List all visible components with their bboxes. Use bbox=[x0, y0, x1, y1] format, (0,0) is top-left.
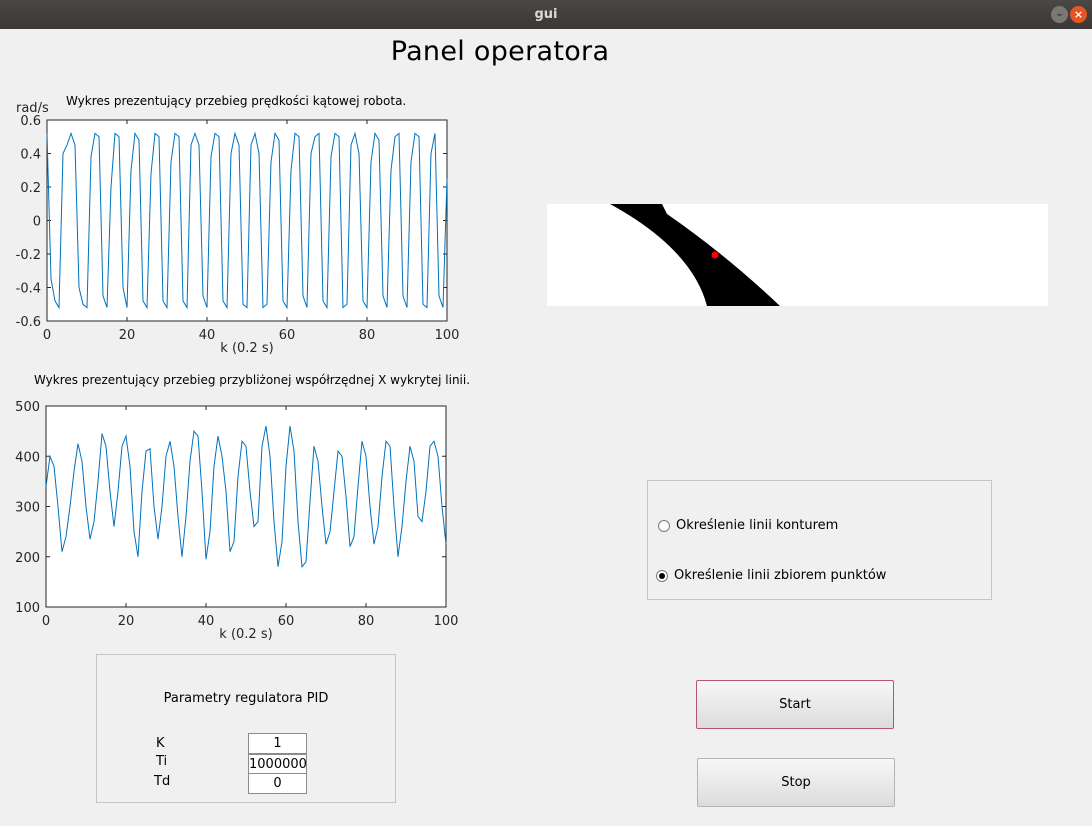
linex-ytick-label: 400 bbox=[15, 450, 40, 465]
linex-ytick-label: 500 bbox=[15, 400, 40, 415]
linex-xlabel: k (0.2 s) bbox=[219, 627, 272, 642]
linex-ytick-label: 300 bbox=[15, 501, 40, 516]
linex-ytick-label: 100 bbox=[15, 601, 40, 616]
line-x-chart: Wykres prezentujący przebieg przybliżone… bbox=[15, 373, 470, 642]
linex-xtick-label: 60 bbox=[278, 614, 295, 629]
linex-plot-area bbox=[45, 405, 447, 608]
linex-xtick-label: 40 bbox=[198, 614, 215, 629]
linex-xtick-label: 100 bbox=[434, 614, 459, 629]
linex-title: Wykres prezentujący przebieg przybliżone… bbox=[34, 373, 470, 387]
linex-xtick-label: 80 bbox=[358, 614, 375, 629]
linex-xtick-label: 20 bbox=[118, 614, 135, 629]
linex-ytick-label: 200 bbox=[15, 551, 40, 566]
linex-xtick-label: 0 bbox=[42, 614, 50, 629]
